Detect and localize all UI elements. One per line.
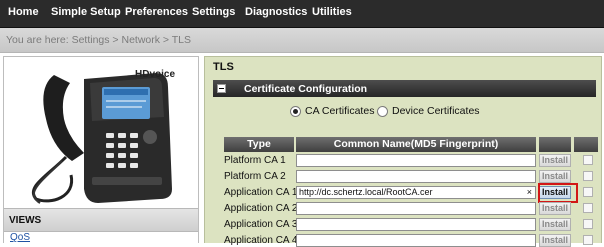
table-header-action — [539, 137, 571, 152]
highlight-box — [538, 183, 578, 203]
table-header-type: Type — [224, 137, 294, 152]
nav-home[interactable]: Home — [8, 6, 39, 18]
row-type-application-ca-3: Application CA 3 — [224, 219, 298, 230]
breadcrumb-text: You are here: Settings > Network > TLS — [6, 34, 192, 46]
common-name-input-application-ca-1[interactable]: http://dc.schertz.local/RootCA.cer × — [296, 186, 536, 199]
common-name-input-platform-ca-1[interactable] — [296, 154, 536, 167]
common-name-input-platform-ca-2[interactable] — [296, 170, 536, 183]
top-nav-bar: Home Simple Setup Preferences Settings D… — [0, 0, 604, 28]
install-button-application-ca-4[interactable]: Install — [539, 234, 571, 247]
common-name-input-application-ca-3[interactable] — [296, 218, 536, 231]
nav-settings[interactable]: Settings — [192, 6, 235, 18]
nav-simple-setup[interactable]: Simple Setup — [51, 6, 121, 18]
install-button-platform-ca-2[interactable]: Install — [539, 170, 571, 183]
radio-device-label: Device Certificates — [392, 105, 480, 117]
common-name-input-application-ca-4[interactable] — [296, 234, 536, 247]
views-title: VIEWS — [9, 215, 42, 226]
radio-selected-icon[interactable] — [290, 106, 301, 117]
nav-utilities[interactable]: Utilities — [312, 6, 352, 18]
common-name-input-application-ca-2[interactable] — [296, 202, 536, 215]
table-header-common-name: Common Name(MD5 Fingerprint) — [296, 137, 536, 152]
left-panel: HDvoice VIEWS QoS — [3, 56, 199, 243]
hdvoice-logo: HDvoice — [135, 69, 176, 80]
views-header: VIEWS — [4, 208, 198, 232]
row-type-application-ca-4: Application CA 4 — [224, 235, 298, 246]
row-checkbox-application-ca-4[interactable] — [583, 235, 593, 245]
table-header-select — [574, 137, 598, 152]
install-button-platform-ca-1[interactable]: Install — [539, 154, 571, 167]
nav-diagnostics[interactable]: Diagnostics — [245, 6, 307, 18]
qos-link[interactable]: QoS — [10, 232, 30, 243]
clear-icon[interactable]: × — [527, 187, 532, 198]
row-checkbox-application-ca-3[interactable] — [583, 219, 593, 229]
common-name-value: http://dc.schertz.local/RootCA.cer — [299, 187, 433, 197]
radio-ca-label: CA Certificates — [305, 105, 375, 117]
row-checkbox-platform-ca-1[interactable] — [583, 155, 593, 165]
install-button-application-ca-2[interactable]: Install — [539, 202, 571, 215]
collapse-icon[interactable] — [217, 84, 226, 93]
row-type-platform-ca-1: Platform CA 1 — [224, 155, 286, 166]
tls-panel: TLS Certificate Configuration CA Certifi… — [204, 56, 602, 247]
install-button-application-ca-3[interactable]: Install — [539, 218, 571, 231]
row-type-application-ca-1: Application CA 1 — [224, 187, 298, 198]
row-type-application-ca-2: Application CA 2 — [224, 203, 298, 214]
row-type-platform-ca-2: Platform CA 2 — [224, 171, 286, 182]
certificate-config-header[interactable]: Certificate Configuration — [213, 80, 596, 97]
row-checkbox-platform-ca-2[interactable] — [583, 171, 593, 181]
breadcrumb: You are here: Settings > Network > TLS — [0, 28, 604, 53]
page-title: TLS — [213, 61, 234, 73]
row-checkbox-application-ca-1[interactable] — [583, 187, 593, 197]
radio-unselected-icon[interactable] — [377, 106, 388, 117]
row-checkbox-application-ca-2[interactable] — [583, 203, 593, 213]
nav-preferences[interactable]: Preferences — [125, 6, 188, 18]
certificate-config-title: Certificate Configuration — [244, 83, 368, 95]
